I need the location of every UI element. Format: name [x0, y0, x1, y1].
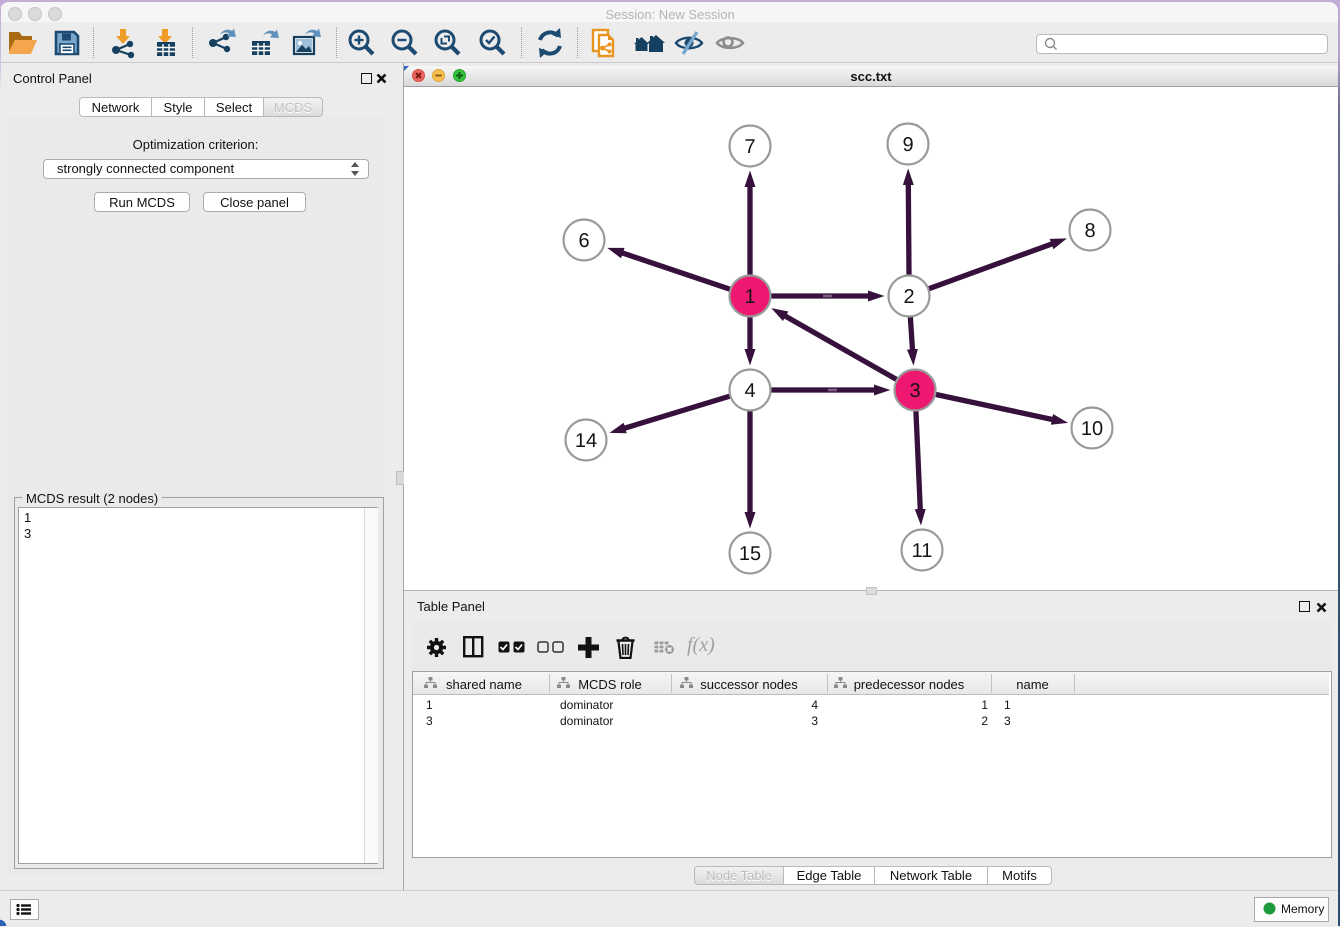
svg-text:6: 6 [578, 230, 589, 252]
svg-text:2: 2 [903, 286, 914, 308]
svg-text:10: 10 [1081, 418, 1103, 440]
svg-text:9: 9 [902, 134, 913, 156]
svg-text:3: 3 [909, 380, 920, 402]
svg-text:1: 1 [744, 286, 755, 308]
svg-text:7: 7 [744, 136, 755, 158]
svg-text:15: 15 [739, 543, 761, 565]
svg-text:4: 4 [744, 380, 755, 402]
svg-text:8: 8 [1084, 220, 1095, 242]
svg-text:14: 14 [575, 430, 597, 452]
svg-text:11: 11 [912, 540, 933, 562]
